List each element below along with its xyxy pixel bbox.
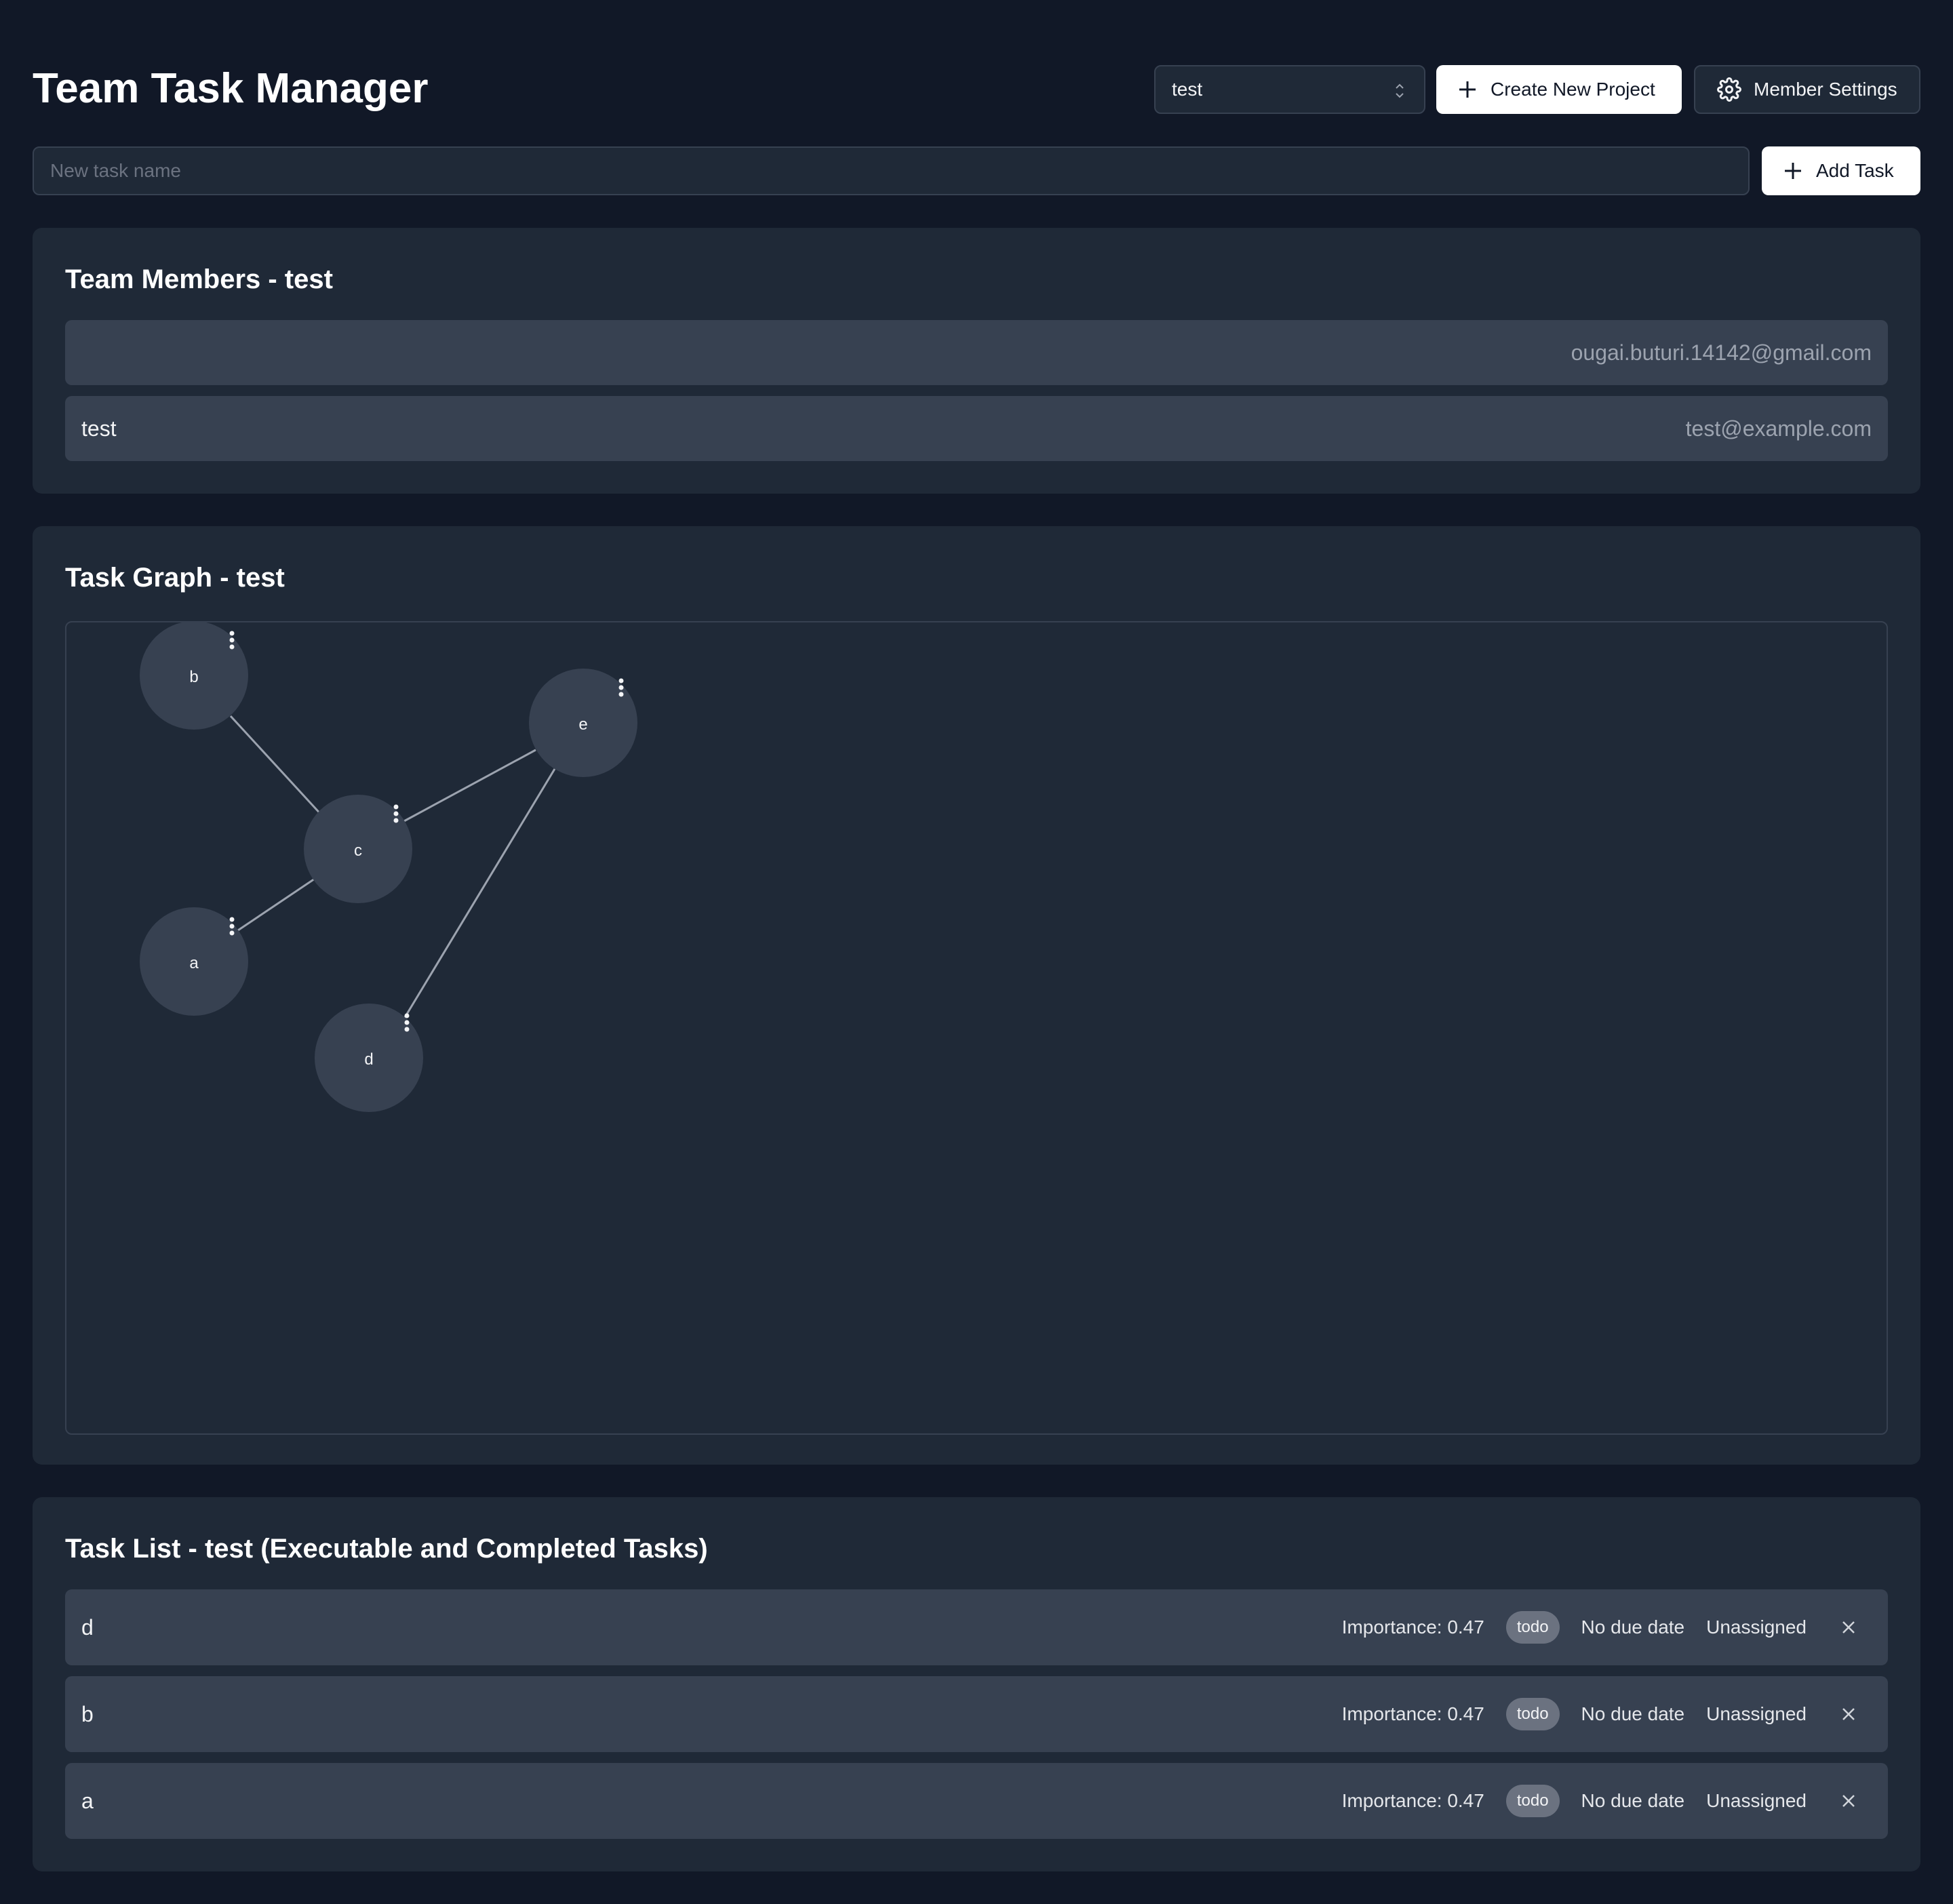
member-row: test test@example.com — [65, 396, 1888, 461]
graph-edge-e-d — [395, 768, 556, 1033]
task-importance: Importance: 0.47 — [1341, 1790, 1484, 1811]
task-assignee[interactable]: Unassigned — [1706, 1790, 1807, 1812]
task-assignee[interactable]: Unassigned — [1706, 1617, 1807, 1638]
new-task-input[interactable] — [33, 146, 1750, 195]
close-icon[interactable] — [1839, 1705, 1858, 1724]
task-due-date[interactable]: No due date — [1581, 1617, 1685, 1638]
graph-node-label: e — [578, 715, 587, 734]
graph-node-a[interactable]: a — [140, 907, 248, 1016]
close-icon[interactable] — [1839, 1618, 1858, 1637]
member-settings-button[interactable]: Member Settings — [1694, 65, 1920, 114]
app-title: Team Task Manager — [33, 65, 429, 112]
task-assignee[interactable]: Unassigned — [1706, 1703, 1807, 1725]
task-due-date[interactable]: No due date — [1581, 1703, 1685, 1725]
graph-node-c[interactable]: c — [304, 795, 412, 903]
task-row[interactable]: a Importance: 0.47 todo No due date Unas… — [65, 1763, 1888, 1839]
plus-icon — [1782, 160, 1804, 182]
more-vertical-icon[interactable] — [404, 1013, 410, 1032]
graph-edge-e-c — [402, 749, 536, 823]
gear-icon — [1717, 77, 1741, 102]
member-settings-label: Member Settings — [1754, 79, 1897, 100]
task-graph-title: Task Graph - test — [65, 563, 285, 593]
task-name: a — [81, 1788, 94, 1813]
task-importance: Importance: 0.47 — [1341, 1617, 1484, 1638]
task-name: b — [81, 1701, 94, 1726]
close-icon[interactable] — [1839, 1791, 1858, 1810]
create-project-button[interactable]: Create New Project — [1436, 65, 1682, 114]
create-project-label: Create New Project — [1491, 79, 1655, 100]
task-list-card: Task List - test (Executable and Complet… — [33, 1497, 1920, 1871]
add-task-label: Add Task — [1816, 160, 1894, 181]
graph-node-b[interactable]: b — [140, 622, 248, 730]
task-due-date[interactable]: No due date — [1581, 1790, 1685, 1812]
member-email: ougai.buturi.14142@gmail.com — [1571, 340, 1872, 365]
graph-edge-b-c — [229, 715, 324, 818]
team-members-title: Team Members - test — [65, 264, 333, 294]
member-row: ougai.buturi.14142@gmail.com — [65, 320, 1888, 385]
team-members-card: Team Members - test ougai.buturi.14142@g… — [33, 228, 1920, 494]
project-select-value: test — [1172, 79, 1203, 100]
task-importance: Importance: 0.47 — [1341, 1703, 1484, 1724]
more-vertical-icon[interactable] — [618, 678, 624, 697]
task-row[interactable]: b Importance: 0.47 todo No due date Unas… — [65, 1676, 1888, 1752]
add-task-button[interactable]: Add Task — [1762, 146, 1920, 195]
graph-node-label: a — [189, 954, 199, 972]
chevron-up-down-icon — [1394, 81, 1405, 100]
more-vertical-icon[interactable] — [229, 631, 235, 650]
status-badge[interactable]: todo — [1505, 1785, 1560, 1817]
graph-node-label: d — [364, 1050, 373, 1069]
task-row[interactable]: d Importance: 0.47 todo No due date Unas… — [65, 1589, 1888, 1665]
status-badge[interactable]: todo — [1505, 1698, 1560, 1730]
task-graph-svg: b e c a d — [140, 622, 637, 1112]
more-vertical-icon[interactable] — [229, 917, 235, 936]
task-graph-canvas[interactable]: b e c a d — [65, 621, 1888, 1435]
status-badge[interactable]: todo — [1505, 1611, 1560, 1644]
more-vertical-icon[interactable] — [393, 804, 399, 823]
task-list-title: Task List - test (Executable and Complet… — [65, 1534, 708, 1564]
member-email: test@example.com — [1685, 416, 1872, 441]
graph-node-label: c — [354, 841, 362, 860]
app-page: Team Task Manager test Create New Projec… — [0, 0, 1953, 1904]
task-graph-card: Task Graph - test b e c a d — [33, 526, 1920, 1465]
project-select[interactable]: test — [1154, 65, 1425, 114]
graph-node-label: b — [189, 668, 198, 686]
member-name: test — [81, 416, 117, 441]
graph-node-d[interactable]: d — [315, 1004, 423, 1112]
graph-node-e[interactable]: e — [529, 669, 637, 777]
task-name: d — [81, 1614, 94, 1640]
graph-edge-a-c — [235, 875, 319, 933]
plus-icon — [1457, 79, 1478, 100]
